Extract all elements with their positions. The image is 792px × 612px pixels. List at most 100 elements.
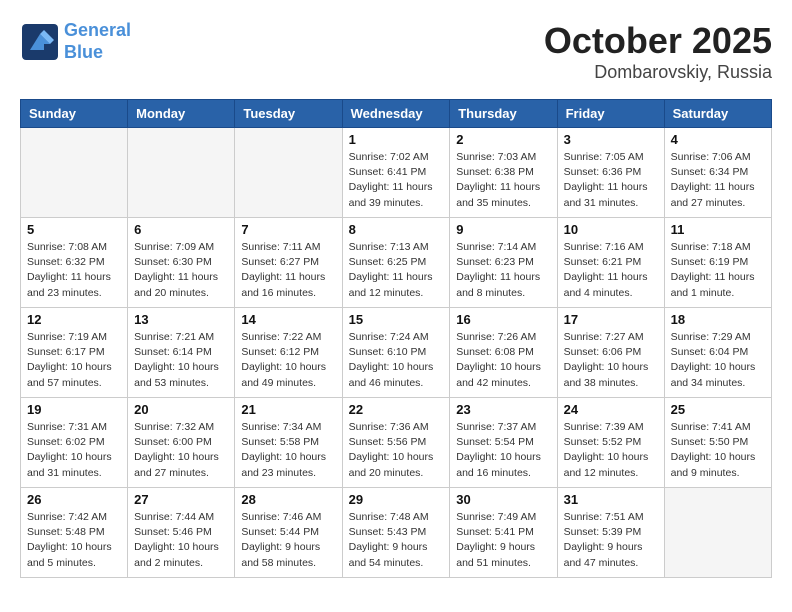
day-number: 30: [456, 492, 550, 507]
day-info: Sunrise: 7:13 AM Sunset: 6:25 PM Dayligh…: [349, 240, 444, 301]
day-cell: 17Sunrise: 7:27 AM Sunset: 6:06 PM Dayli…: [557, 308, 664, 398]
day-cell: 31 Sunrise: 7:51 AM Sunset: 5:39 PM Dayli…: [557, 488, 664, 578]
day-number: 3: [564, 132, 658, 147]
logo-line1: General: [64, 20, 131, 40]
weekday-header-row: SundayMondayTuesdayWednesdayThursdayFrid…: [21, 100, 772, 128]
day-info: Sunrise: 7:21 AM Sunset: 6:14 PM Dayligh…: [134, 330, 228, 391]
logo: General Blue: [20, 20, 131, 63]
day-number: 31: [564, 492, 658, 507]
weekday-header-wednesday: Wednesday: [342, 100, 450, 128]
day-info: Sunrise: 7:41 AM Sunset: 5:50 PM Dayligh…: [671, 420, 765, 481]
day-number: 22: [349, 402, 444, 417]
day-info: Sunrise: 7:22 AM Sunset: 6:12 PM Dayligh…: [241, 330, 335, 391]
location: Dombarovskiy, Russia: [544, 62, 772, 83]
week-row-3: 12Sunrise: 7:19 AM Sunset: 6:17 PM Dayli…: [21, 308, 772, 398]
day-info: Sunrise: 7:05 AM Sunset: 6:36 PM Dayligh…: [564, 150, 658, 211]
day-number: 10: [564, 222, 658, 237]
logo-text: General Blue: [64, 20, 131, 63]
day-info: Sunrise: 7:29 AM Sunset: 6:04 PM Dayligh…: [671, 330, 765, 391]
calendar: SundayMondayTuesdayWednesdayThursdayFrid…: [20, 99, 772, 578]
day-info: Sunrise: 7:02 AM Sunset: 6:41 PM Dayligh…: [349, 150, 444, 211]
day-number: 1: [349, 132, 444, 147]
day-cell: 12Sunrise: 7:19 AM Sunset: 6:17 PM Dayli…: [21, 308, 128, 398]
title-block: October 2025 Dombarovskiy, Russia: [544, 20, 772, 83]
day-info: Sunrise: 7:48 AM Sunset: 5:43 PM Dayligh…: [349, 510, 444, 571]
day-cell: 13 Sunrise: 7:21 AM Sunset: 6:14 PM Dayli…: [128, 308, 235, 398]
day-info: Sunrise: 7:32 AM Sunset: 6:00 PM Dayligh…: [134, 420, 228, 481]
day-cell: 21 Sunrise: 7:34 AM Sunset: 5:58 PM Dayli…: [235, 398, 342, 488]
day-number: 18: [671, 312, 765, 327]
week-row-2: 5Sunrise: 7:08 AM Sunset: 6:32 PM Daylig…: [21, 218, 772, 308]
day-cell: 15 Sunrise: 7:24 AM Sunset: 6:10 PM Dayli…: [342, 308, 450, 398]
day-number: 23: [456, 402, 550, 417]
day-number: 13: [134, 312, 228, 327]
day-cell: 22 Sunrise: 7:36 AM Sunset: 5:56 PM Dayli…: [342, 398, 450, 488]
day-info: Sunrise: 7:24 AM Sunset: 6:10 PM Dayligh…: [349, 330, 444, 391]
day-cell: 2Sunrise: 7:03 AM Sunset: 6:38 PM Daylig…: [450, 128, 557, 218]
day-cell: 6 Sunrise: 7:09 AM Sunset: 6:30 PM Daylig…: [128, 218, 235, 308]
day-cell: 30Sunrise: 7:49 AM Sunset: 5:41 PM Dayli…: [450, 488, 557, 578]
day-cell: [664, 488, 771, 578]
day-number: 28: [241, 492, 335, 507]
day-cell: 1 Sunrise: 7:02 AM Sunset: 6:41 PM Daylig…: [342, 128, 450, 218]
day-number: 19: [27, 402, 121, 417]
day-number: 26: [27, 492, 121, 507]
day-info: Sunrise: 7:16 AM Sunset: 6:21 PM Dayligh…: [564, 240, 658, 301]
day-info: Sunrise: 7:06 AM Sunset: 6:34 PM Dayligh…: [671, 150, 765, 211]
day-number: 16: [456, 312, 550, 327]
day-cell: 3 Sunrise: 7:05 AM Sunset: 6:36 PM Daylig…: [557, 128, 664, 218]
day-cell: 27 Sunrise: 7:44 AM Sunset: 5:46 PM Dayli…: [128, 488, 235, 578]
day-number: 21: [241, 402, 335, 417]
logo-line2: Blue: [64, 42, 103, 62]
day-number: 25: [671, 402, 765, 417]
day-number: 20: [134, 402, 228, 417]
day-cell: 23Sunrise: 7:37 AM Sunset: 5:54 PM Dayli…: [450, 398, 557, 488]
logo-icon: [20, 22, 60, 62]
day-info: Sunrise: 7:09 AM Sunset: 6:30 PM Dayligh…: [134, 240, 228, 301]
day-cell: 7Sunrise: 7:11 AM Sunset: 6:27 PM Daylig…: [235, 218, 342, 308]
weekday-header-friday: Friday: [557, 100, 664, 128]
day-info: Sunrise: 7:44 AM Sunset: 5:46 PM Dayligh…: [134, 510, 228, 571]
day-number: 29: [349, 492, 444, 507]
day-cell: 25 Sunrise: 7:41 AM Sunset: 5:50 PM Dayli…: [664, 398, 771, 488]
weekday-header-monday: Monday: [128, 100, 235, 128]
day-info: Sunrise: 7:31 AM Sunset: 6:02 PM Dayligh…: [27, 420, 121, 481]
day-cell: 19 Sunrise: 7:31 AM Sunset: 6:02 PM Dayli…: [21, 398, 128, 488]
day-cell: 14Sunrise: 7:22 AM Sunset: 6:12 PM Dayli…: [235, 308, 342, 398]
day-info: Sunrise: 7:27 AM Sunset: 6:06 PM Dayligh…: [564, 330, 658, 391]
day-cell: 28Sunrise: 7:46 AM Sunset: 5:44 PM Dayli…: [235, 488, 342, 578]
day-info: Sunrise: 7:03 AM Sunset: 6:38 PM Dayligh…: [456, 150, 550, 211]
day-cell: 11Sunrise: 7:18 AM Sunset: 6:19 PM Dayli…: [664, 218, 771, 308]
day-info: Sunrise: 7:42 AM Sunset: 5:48 PM Dayligh…: [27, 510, 121, 571]
day-cell: [21, 128, 128, 218]
weekday-header-thursday: Thursday: [450, 100, 557, 128]
day-cell: 10 Sunrise: 7:16 AM Sunset: 6:21 PM Dayli…: [557, 218, 664, 308]
weekday-header-sunday: Sunday: [21, 100, 128, 128]
day-cell: 24Sunrise: 7:39 AM Sunset: 5:52 PM Dayli…: [557, 398, 664, 488]
weekday-header-saturday: Saturday: [664, 100, 771, 128]
day-info: Sunrise: 7:39 AM Sunset: 5:52 PM Dayligh…: [564, 420, 658, 481]
day-number: 15: [349, 312, 444, 327]
day-info: Sunrise: 7:36 AM Sunset: 5:56 PM Dayligh…: [349, 420, 444, 481]
day-info: Sunrise: 7:51 AM Sunset: 5:39 PM Dayligh…: [564, 510, 658, 571]
day-cell: 18 Sunrise: 7:29 AM Sunset: 6:04 PM Dayli…: [664, 308, 771, 398]
day-cell: [128, 128, 235, 218]
day-cell: 16 Sunrise: 7:26 AM Sunset: 6:08 PM Dayli…: [450, 308, 557, 398]
day-cell: 5Sunrise: 7:08 AM Sunset: 6:32 PM Daylig…: [21, 218, 128, 308]
day-number: 9: [456, 222, 550, 237]
day-cell: 4Sunrise: 7:06 AM Sunset: 6:34 PM Daylig…: [664, 128, 771, 218]
day-number: 6: [134, 222, 228, 237]
day-number: 5: [27, 222, 121, 237]
week-row-5: 26 Sunrise: 7:42 AM Sunset: 5:48 PM Dayli…: [21, 488, 772, 578]
page-header: General Blue October 2025 Dombarovskiy, …: [20, 20, 772, 83]
day-cell: 20 Sunrise: 7:32 AM Sunset: 6:00 PM Dayli…: [128, 398, 235, 488]
day-cell: 29 Sunrise: 7:48 AM Sunset: 5:43 PM Dayli…: [342, 488, 450, 578]
day-info: Sunrise: 7:26 AM Sunset: 6:08 PM Dayligh…: [456, 330, 550, 391]
day-number: 27: [134, 492, 228, 507]
day-cell: 8Sunrise: 7:13 AM Sunset: 6:25 PM Daylig…: [342, 218, 450, 308]
day-info: Sunrise: 7:34 AM Sunset: 5:58 PM Dayligh…: [241, 420, 335, 481]
week-row-4: 19 Sunrise: 7:31 AM Sunset: 6:02 PM Dayli…: [21, 398, 772, 488]
day-cell: [235, 128, 342, 218]
weekday-header-tuesday: Tuesday: [235, 100, 342, 128]
day-info: Sunrise: 7:14 AM Sunset: 6:23 PM Dayligh…: [456, 240, 550, 301]
